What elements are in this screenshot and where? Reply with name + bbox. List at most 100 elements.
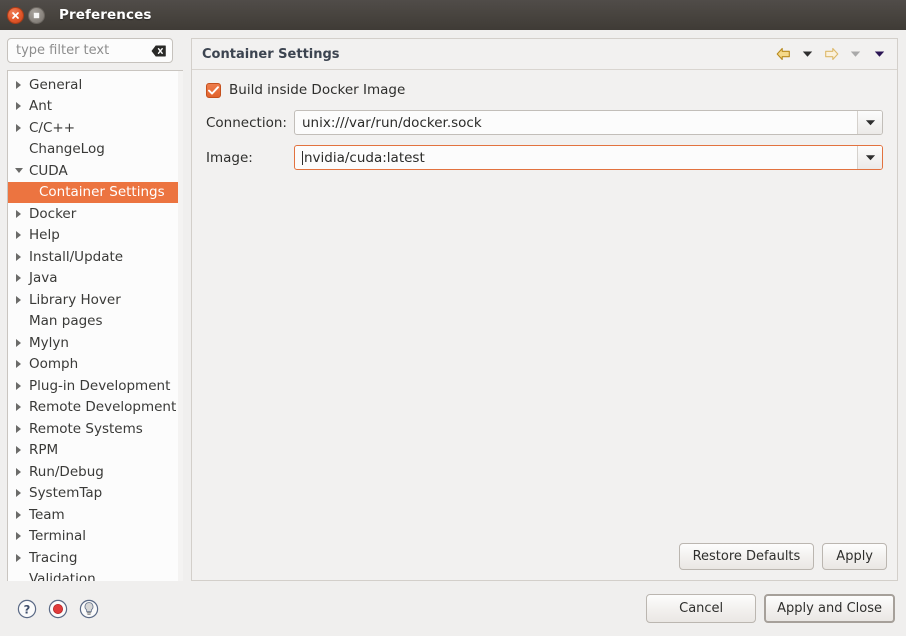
connection-combo[interactable]: unix:///var/run/docker.sock bbox=[294, 110, 883, 135]
clear-backspace-icon[interactable] bbox=[151, 45, 166, 57]
sidebar-item-remote-systems[interactable]: Remote Systems bbox=[8, 418, 183, 440]
sidebar-item-label: Ant bbox=[27, 98, 52, 114]
sidebar-item-install-update[interactable]: Install/Update bbox=[8, 246, 183, 268]
expand-arrow-right-icon[interactable] bbox=[14, 554, 27, 562]
sidebar-item-label: Install/Update bbox=[27, 249, 123, 265]
expand-arrow-right-icon[interactable] bbox=[14, 231, 27, 239]
expand-arrow-right-icon[interactable] bbox=[14, 403, 27, 411]
sidebar-item-library-hover[interactable]: Library Hover bbox=[8, 289, 183, 311]
expand-arrow-right-icon[interactable] bbox=[14, 102, 27, 110]
expand-arrow-right-icon[interactable] bbox=[14, 296, 27, 304]
chevron-down-glyph bbox=[865, 154, 876, 161]
arrow-right-icon bbox=[16, 489, 21, 497]
expand-arrow-right-icon[interactable] bbox=[14, 210, 27, 218]
arrow-right-icon bbox=[16, 446, 21, 454]
back-arrow-icon[interactable] bbox=[773, 44, 793, 64]
sidebar-item-run-debug[interactable]: Run/Debug bbox=[8, 461, 183, 483]
apply-and-close-button[interactable]: Apply and Close bbox=[764, 594, 895, 623]
arrow-right-icon bbox=[16, 554, 21, 562]
sidebar-item-general[interactable]: General bbox=[8, 74, 183, 96]
view-menu-chevron-down-icon[interactable] bbox=[869, 44, 889, 64]
close-icon[interactable] bbox=[7, 7, 24, 24]
sidebar-item-label: Terminal bbox=[27, 528, 86, 544]
sidebar-item-remote-development[interactable]: Remote Development bbox=[8, 397, 183, 419]
expand-arrow-right-icon[interactable] bbox=[14, 489, 27, 497]
window-title: Preferences bbox=[59, 7, 151, 23]
sidebar-item-oomph[interactable]: Oomph bbox=[8, 354, 183, 376]
cancel-button[interactable]: Cancel bbox=[646, 594, 756, 623]
sidebar-item-team[interactable]: Team bbox=[8, 504, 183, 526]
sidebar-item-changelog[interactable]: ChangeLog bbox=[8, 139, 183, 161]
expand-arrow-right-icon[interactable] bbox=[14, 425, 27, 433]
tree-scrollbar[interactable] bbox=[178, 71, 183, 581]
sidebar-item-c-c[interactable]: C/C++ bbox=[8, 117, 183, 139]
chevron-down-glyph bbox=[865, 119, 876, 126]
collapse-arrow-down-icon[interactable] bbox=[14, 168, 27, 173]
connection-value[interactable]: unix:///var/run/docker.sock bbox=[295, 111, 857, 134]
sidebar-item-docker[interactable]: Docker bbox=[8, 203, 183, 225]
sidebar-item-plug-in-development[interactable]: Plug-in Development bbox=[8, 375, 183, 397]
connection-chevron-down-icon[interactable] bbox=[857, 111, 882, 134]
lightbulb-icon[interactable] bbox=[79, 599, 99, 619]
sidebar-item-label: C/C++ bbox=[27, 120, 75, 136]
help-icon[interactable]: ? bbox=[17, 599, 37, 619]
sidebar-item-label: SystemTap bbox=[27, 485, 102, 501]
sidebar-item-label: Java bbox=[27, 270, 58, 286]
back-menu-chevron-down-icon[interactable] bbox=[797, 44, 817, 64]
dialog-upper: General Ant C/C++ ChangeLog CUDA Container Se… bbox=[0, 30, 906, 581]
arrow-right-icon bbox=[16, 339, 21, 347]
preferences-window: Preferences General Ant C/C++ ChangeLog CUDA… bbox=[0, 0, 906, 636]
sidebar-item-ant[interactable]: Ant bbox=[8, 96, 183, 118]
sidebar-item-help[interactable]: Help bbox=[8, 225, 183, 247]
sidebar-item-label: Tracing bbox=[27, 550, 77, 566]
sidebar-item-label: CUDA bbox=[27, 163, 68, 179]
search-input[interactable] bbox=[7, 38, 173, 63]
sidebar-item-label: Help bbox=[27, 227, 60, 243]
expand-arrow-right-icon[interactable] bbox=[14, 511, 27, 519]
restore-defaults-button[interactable]: Restore Defaults bbox=[679, 543, 815, 570]
expand-arrow-right-icon[interactable] bbox=[14, 382, 27, 390]
arrow-right-icon bbox=[16, 210, 21, 218]
expand-arrow-right-icon[interactable] bbox=[14, 339, 27, 347]
panel-nav-icons bbox=[773, 44, 889, 64]
expand-arrow-right-icon[interactable] bbox=[14, 532, 27, 540]
build-inside-docker-label: Build inside Docker Image bbox=[229, 82, 405, 98]
expand-arrow-right-icon[interactable] bbox=[14, 274, 27, 282]
sidebar-item-rpm[interactable]: RPM bbox=[8, 440, 183, 462]
sidebar-item-man-pages[interactable]: Man pages bbox=[8, 311, 183, 333]
svg-text:?: ? bbox=[24, 602, 31, 616]
sidebar-item-systemtap[interactable]: SystemTap bbox=[8, 483, 183, 505]
expand-arrow-right-icon[interactable] bbox=[14, 446, 27, 454]
sidebar-item-mylyn[interactable]: Mylyn bbox=[8, 332, 183, 354]
record-icon[interactable] bbox=[48, 599, 68, 619]
maximize-icon[interactable] bbox=[28, 7, 45, 24]
sidebar-item-label: Oomph bbox=[27, 356, 78, 372]
image-chevron-down-icon[interactable] bbox=[857, 146, 882, 169]
sidebar-item-validation[interactable]: Validation bbox=[8, 569, 183, 582]
image-combo[interactable]: nvidia/cuda:latest bbox=[294, 145, 883, 170]
sidebar-item-container-settings[interactable]: Container Settings bbox=[8, 182, 183, 204]
image-value-wrapper[interactable]: nvidia/cuda:latest bbox=[295, 146, 857, 169]
container-settings-panel: Container Settings bbox=[191, 38, 898, 581]
expand-arrow-right-icon[interactable] bbox=[14, 253, 27, 261]
build-inside-docker-checkbox[interactable] bbox=[206, 83, 221, 98]
sidebar-item-java[interactable]: Java bbox=[8, 268, 183, 290]
forward-arrow-icon[interactable] bbox=[821, 44, 841, 64]
expand-arrow-right-icon[interactable] bbox=[14, 81, 27, 89]
forward-menu-chevron-down-icon[interactable] bbox=[845, 44, 865, 64]
sidebar-item-label: Container Settings bbox=[39, 184, 165, 200]
sidebar: General Ant C/C++ ChangeLog CUDA Container Se… bbox=[0, 30, 183, 581]
title-bar: Preferences bbox=[0, 0, 906, 30]
sidebar-item-terminal[interactable]: Terminal bbox=[8, 526, 183, 548]
sidebar-item-cuda[interactable]: CUDA bbox=[8, 160, 183, 182]
arrow-right-icon bbox=[16, 81, 21, 89]
preferences-tree[interactable]: General Ant C/C++ ChangeLog CUDA Container Se… bbox=[7, 70, 183, 581]
expand-arrow-right-icon[interactable] bbox=[14, 360, 27, 368]
expand-arrow-right-icon[interactable] bbox=[14, 468, 27, 476]
apply-button[interactable]: Apply bbox=[822, 543, 887, 570]
expand-arrow-right-icon[interactable] bbox=[14, 124, 27, 132]
sidebar-item-label: Docker bbox=[27, 206, 76, 222]
panel-body: Build inside Docker Image Connection: un… bbox=[192, 70, 897, 543]
sidebar-item-tracing[interactable]: Tracing bbox=[8, 547, 183, 569]
arrow-right-icon bbox=[16, 382, 21, 390]
